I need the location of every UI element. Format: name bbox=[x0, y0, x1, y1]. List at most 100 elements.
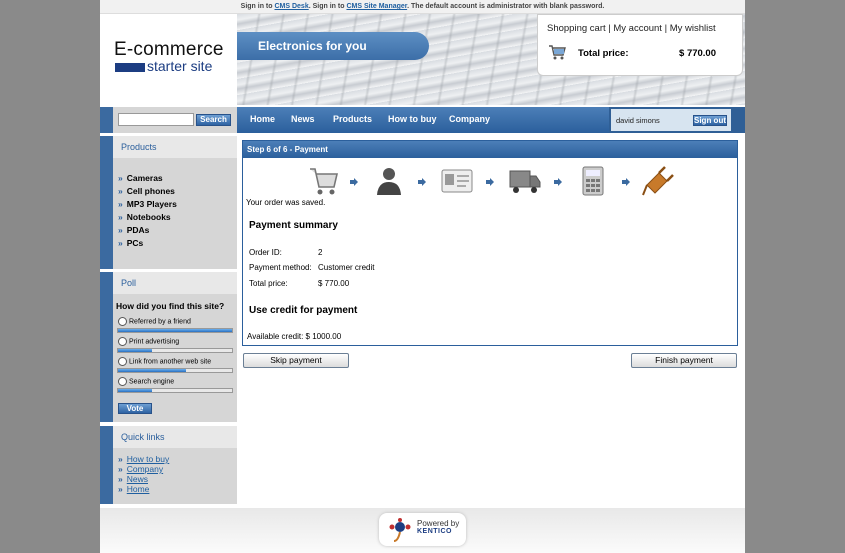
nav-item-news[interactable]: News bbox=[291, 107, 315, 131]
main-nav: Home News Products How to buy Company bbox=[237, 107, 609, 133]
step-title: Step 6 of 6 - Payment bbox=[243, 141, 737, 158]
poll-question: How did you find this site? bbox=[116, 301, 225, 311]
poll-result-fill bbox=[118, 329, 232, 332]
quick-link-label[interactable]: Home bbox=[127, 484, 150, 494]
arrow-right-icon bbox=[486, 178, 494, 186]
site-logo[interactable]: E-commerce starter site bbox=[114, 39, 244, 75]
my-wishlist-link[interactable]: My wishlist bbox=[670, 23, 716, 34]
my-account-link[interactable]: My account bbox=[613, 23, 662, 34]
signin-bar: Sign in to CMS Desk. Sign in to CMS Site… bbox=[100, 0, 745, 14]
powered-by-text: Powered by bbox=[417, 519, 460, 528]
product-label: Cameras bbox=[126, 173, 163, 183]
poll-result-fill bbox=[118, 349, 153, 352]
poll-option-label: Print advertising bbox=[129, 338, 180, 346]
products-title: Products bbox=[113, 136, 237, 158]
product-label: MP3 Players bbox=[126, 199, 177, 209]
calculator-icon bbox=[582, 166, 604, 196]
poll-option[interactable]: Referred by a friend bbox=[118, 317, 191, 326]
radio-button[interactable] bbox=[118, 377, 127, 386]
products-panel: Products » Cameras » Cell phones » MP3 Play… bbox=[100, 136, 237, 269]
cart-total-label: Total price: bbox=[578, 48, 629, 59]
nav-item-how-to-buy[interactable]: How to buy bbox=[388, 107, 437, 131]
shopping-cart-link[interactable]: Shopping cart bbox=[547, 23, 606, 34]
quick-link-label[interactable]: Company bbox=[127, 464, 163, 474]
product-label: PDAs bbox=[126, 225, 150, 235]
search-input[interactable] bbox=[118, 113, 194, 126]
quick-link-company[interactable]: » Company bbox=[118, 464, 163, 474]
order-saved-message: Your order was saved. bbox=[246, 198, 326, 207]
quick-links-panel: Quick links » How to buy » Company » News »… bbox=[100, 426, 237, 504]
radio-button[interactable] bbox=[118, 317, 127, 326]
payment-summary-heading: Payment summary bbox=[249, 220, 338, 231]
poll-result-bar bbox=[117, 348, 233, 353]
kentico-badge[interactable]: Powered by KENTICO bbox=[379, 513, 466, 546]
search-button[interactable]: Search bbox=[196, 114, 231, 126]
sign-out-button[interactable]: Sign out bbox=[693, 115, 727, 126]
poll-panel: Poll How did you find this site? Referre… bbox=[100, 272, 237, 422]
poll-option-label: Search engine bbox=[129, 378, 175, 386]
poll-option[interactable]: Link from another web site bbox=[118, 357, 211, 366]
signin-text-pre: Sign in to bbox=[240, 3, 275, 10]
product-label: Notebooks bbox=[126, 212, 171, 222]
product-link-notebooks[interactable]: » Notebooks bbox=[118, 212, 171, 222]
shopping-cart-icon[interactable] bbox=[548, 44, 566, 60]
poll-result-fill bbox=[118, 369, 187, 372]
banner-slogan: Electronics for you bbox=[237, 32, 429, 60]
payment-method-label: Payment method: bbox=[249, 263, 312, 272]
poll-result-bar bbox=[117, 368, 233, 373]
total-price-label: Total price: bbox=[249, 279, 288, 288]
cart-total-value: $ 770.00 bbox=[679, 48, 716, 59]
id-card-icon bbox=[441, 169, 473, 193]
checkout-steps bbox=[243, 165, 737, 201]
poll-option[interactable]: Print advertising bbox=[118, 337, 179, 346]
nav-item-home[interactable]: Home bbox=[250, 107, 275, 131]
product-link-pdas[interactable]: » PDAs bbox=[118, 225, 149, 235]
radio-button[interactable] bbox=[118, 357, 127, 366]
poll-result-bar bbox=[117, 388, 233, 393]
account-links: Shopping cart | My account | My wishlist bbox=[547, 23, 716, 34]
available-credit: Available credit: $ 1000.00 bbox=[247, 332, 342, 341]
logo-line1: E-commerce bbox=[114, 39, 224, 60]
product-link-mp3-players[interactable]: » MP3 Players bbox=[118, 199, 177, 209]
cms-desk-link[interactable]: CMS Desk bbox=[274, 3, 308, 10]
quick-link-news[interactable]: » News bbox=[118, 474, 148, 484]
quick-link-label[interactable]: News bbox=[127, 474, 148, 484]
arrow-right-icon bbox=[622, 178, 630, 186]
poll-option-label: Link from another web site bbox=[129, 358, 212, 366]
order-id-value: 2 bbox=[318, 248, 323, 257]
order-id-label: Order ID: bbox=[249, 248, 282, 257]
radio-button[interactable] bbox=[118, 337, 127, 346]
nav-item-company[interactable]: Company bbox=[449, 107, 490, 131]
product-link-cameras[interactable]: » Cameras bbox=[118, 173, 163, 183]
product-link-pcs[interactable]: » PCs bbox=[118, 238, 143, 248]
quick-link-home[interactable]: » Home bbox=[118, 484, 149, 494]
poll-option[interactable]: Search engine bbox=[118, 377, 174, 386]
poll-title: Poll bbox=[113, 272, 237, 294]
plug-icon bbox=[642, 166, 674, 196]
product-link-cell-phones[interactable]: » Cell phones bbox=[118, 186, 175, 196]
quick-link-how-to-buy[interactable]: » How to buy bbox=[118, 454, 169, 464]
user-bar: david simons Sign out bbox=[609, 107, 745, 133]
user-icon bbox=[377, 168, 401, 195]
footer: Powered by KENTICO bbox=[100, 508, 745, 553]
cart-box: Shopping cart | My account | My wishlist… bbox=[537, 14, 743, 76]
arrow-right-icon bbox=[350, 178, 358, 186]
link-separator: | bbox=[664, 23, 668, 34]
kentico-logo-icon bbox=[389, 518, 411, 542]
total-price-value: $ 770.00 bbox=[318, 279, 350, 288]
cms-site-manager-link[interactable]: CMS Site Manager bbox=[346, 3, 407, 10]
payment-method-value: Customer credit bbox=[318, 263, 375, 272]
poll-option-label: Referred by a friend bbox=[129, 318, 191, 326]
vote-button[interactable]: Vote bbox=[118, 403, 152, 414]
skip-payment-button[interactable]: Skip payment bbox=[243, 353, 349, 368]
nav-item-products[interactable]: Products bbox=[333, 107, 372, 131]
signin-text-mid: . Sign in to bbox=[308, 3, 347, 10]
poll-result-bar bbox=[117, 328, 233, 333]
user-name: david simons bbox=[616, 116, 660, 125]
logo-bar bbox=[115, 63, 145, 72]
finish-payment-button[interactable]: Finish payment bbox=[631, 353, 737, 368]
use-credit-heading: Use credit for payment bbox=[249, 305, 358, 316]
quick-link-label[interactable]: How to buy bbox=[127, 454, 170, 464]
kentico-text: KENTICO bbox=[417, 528, 452, 535]
arrow-right-icon bbox=[418, 178, 426, 186]
